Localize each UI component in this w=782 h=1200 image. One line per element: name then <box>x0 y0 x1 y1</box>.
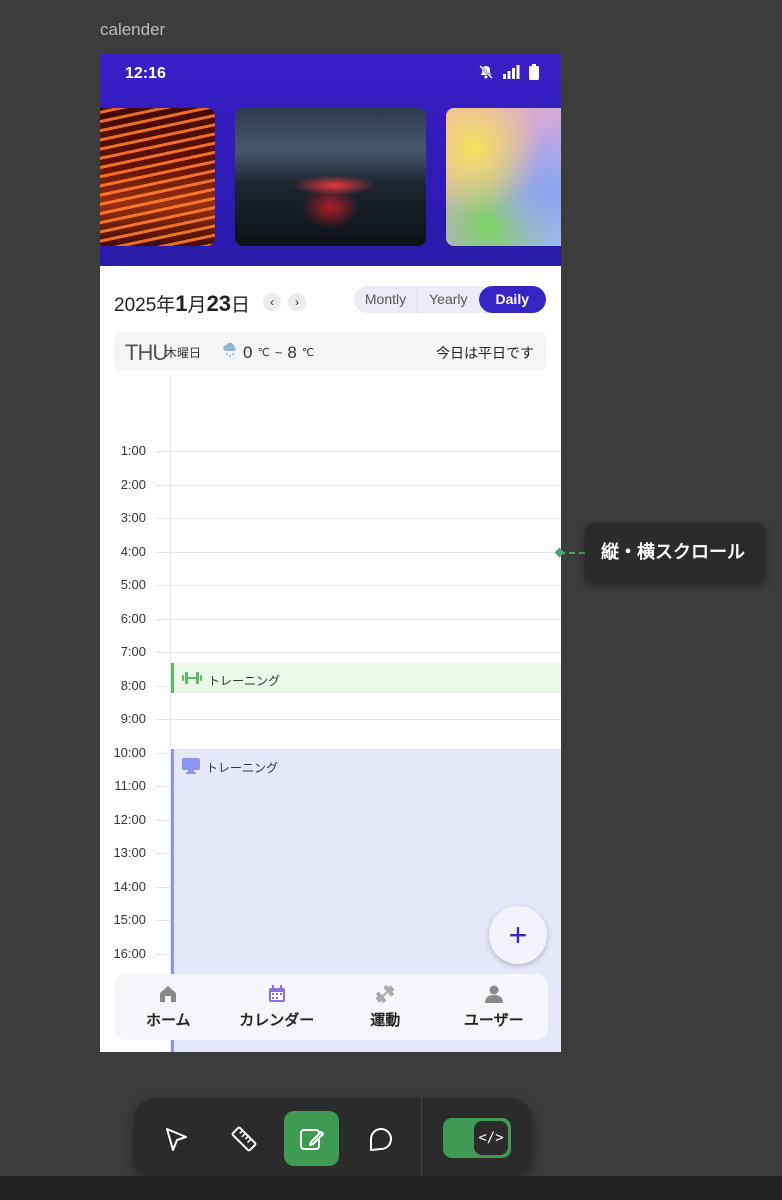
hour-label: 9:00 <box>120 711 146 726</box>
hour-label: 3:00 <box>120 510 146 525</box>
hour-gridline <box>156 451 561 452</box>
home-icon <box>160 986 177 1002</box>
photo-carousel[interactable] <box>100 108 561 246</box>
add-event-button[interactable]: + <box>489 906 547 964</box>
date-header: 2025年1月23日 ‹ › Montly Yearly Daily <box>114 286 546 322</box>
hour-gridline <box>156 518 561 519</box>
signal-icon <box>503 65 520 79</box>
hour-gridline <box>156 551 561 553</box>
hour-label: 12:00 <box>113 811 146 827</box>
hour-label: 5:00 <box>120 577 146 592</box>
bell-off-icon <box>478 64 494 80</box>
pointer-tool[interactable] <box>148 1111 203 1166</box>
daily-timeline[interactable]: トレーニング トレーニング 1:00 2:00 3:00 4:00 5:00 6:00 7:… <box>100 376 561 1052</box>
hour-label: 6:00 <box>120 610 146 626</box>
hour-gridline <box>156 652 561 653</box>
status-bar: 12:16 <box>100 54 561 94</box>
edit-tool[interactable] <box>284 1111 339 1166</box>
day-info-bar: THU 木曜日 0 ℃ ~ 8 ℃ 今日は平日です <box>114 332 546 371</box>
nav-calendar[interactable]: カレンダー <box>223 984 331 1030</box>
annotation-connector <box>559 552 585 554</box>
frame-label: calender <box>100 20 166 39</box>
temp-low: 0 <box>243 342 253 362</box>
nav-exercise-label: 運動 <box>370 1012 401 1029</box>
date-month: 1 <box>175 291 188 316</box>
weekday-en: THU <box>125 340 168 365</box>
edit-icon <box>299 1128 324 1150</box>
phone-screen: 12:16 2025年1月23日 ‹ › Montly Yearly Daily… <box>100 54 561 1052</box>
temp-low-unit: ℃ <box>257 347 270 359</box>
hour-label: 8:00 <box>120 677 146 693</box>
user-icon <box>484 985 503 1003</box>
status-icons <box>478 64 539 80</box>
day-type: 今日は平日です <box>436 345 534 361</box>
hour-label: 2:00 <box>120 476 146 492</box>
comment-tool[interactable] <box>352 1111 407 1166</box>
carousel-photo-van[interactable] <box>235 108 426 246</box>
hour-label: 10:00 <box>113 744 146 760</box>
tab-daily[interactable]: Daily <box>478 286 546 313</box>
date-day-suffix: 日 <box>231 295 251 316</box>
hour-gridline <box>156 719 561 720</box>
tab-yearly[interactable]: Yearly <box>418 286 478 313</box>
carousel-photo-gradient[interactable] <box>446 108 561 246</box>
temp-sep: ~ <box>274 345 283 360</box>
current-date: 2025年1月23日 <box>114 290 250 317</box>
hero-banner: 12:16 <box>100 54 561 266</box>
event-title: トレーニング <box>206 761 279 775</box>
ruler-tool[interactable] <box>216 1111 271 1166</box>
status-time: 12:16 <box>125 65 166 82</box>
hour-label: 1:00 <box>120 443 146 458</box>
hour-label: 11:00 <box>114 778 146 793</box>
comment-icon <box>369 1127 392 1151</box>
carousel-photo-light-trails[interactable] <box>100 108 215 246</box>
hour-gridline <box>156 585 561 586</box>
hour-label: 13:00 <box>113 845 146 860</box>
hour-label: 16:00 <box>113 945 146 961</box>
next-day-button[interactable]: › <box>288 293 306 311</box>
event-title: トレーニング <box>208 674 281 688</box>
scroll-annotation: 縦・横スクロール <box>585 523 765 581</box>
nav-exercise[interactable]: 運動 <box>331 984 439 1030</box>
dumbbell-icon <box>376 985 395 1003</box>
code-toggle-label: </> <box>478 1130 504 1146</box>
nav-home[interactable]: ホーム <box>114 984 222 1030</box>
hour-label: 15:00 <box>113 912 146 927</box>
bottom-nav: ホーム カレンダー 運動 ユーザー <box>114 974 548 1040</box>
toolbar-divider <box>421 1098 422 1178</box>
nav-user[interactable]: ユーザー <box>440 984 548 1030</box>
date-year: 2025 <box>114 295 157 316</box>
hour-label: 4:00 <box>120 543 146 559</box>
prev-day-button[interactable]: ‹ <box>263 293 281 311</box>
snow-cloud-icon <box>222 342 238 363</box>
design-toolbar: </> <box>134 1098 532 1178</box>
pointer-icon <box>165 1127 187 1151</box>
hour-label: 14:00 <box>113 878 146 894</box>
weather: 0 ℃ ~ 8 ℃ <box>222 342 314 363</box>
code-view-toggle[interactable]: </> <box>443 1118 511 1158</box>
hour-gridline <box>156 618 561 620</box>
temp-high-unit: ℃ <box>301 347 315 359</box>
date-day: 23 <box>206 291 232 316</box>
nav-calendar-label: カレンダー <box>239 1012 315 1029</box>
view-switcher: Montly Yearly Daily <box>353 286 546 313</box>
window-bottom-bar <box>0 1176 782 1200</box>
calendar-icon <box>268 985 285 1002</box>
event-training-green[interactable]: トレーニング <box>171 663 561 693</box>
nav-user-label: ユーザー <box>463 1012 524 1029</box>
tab-montly[interactable]: Montly <box>354 286 417 313</box>
dumbbell-icon <box>182 671 202 690</box>
battery-icon <box>529 64 539 80</box>
date-month-suffix: 月 <box>187 295 207 316</box>
monitor-icon <box>182 758 200 779</box>
hour-label: 7:00 <box>120 644 146 659</box>
weekday-jp: 木曜日 <box>165 346 202 360</box>
ruler-icon <box>231 1126 256 1151</box>
temp-high: 8 <box>287 342 297 362</box>
hour-gridline <box>156 484 561 486</box>
code-icon: </> <box>474 1121 508 1155</box>
date-year-suffix: 年 <box>156 295 176 316</box>
nav-home-label: ホーム <box>145 1012 191 1029</box>
